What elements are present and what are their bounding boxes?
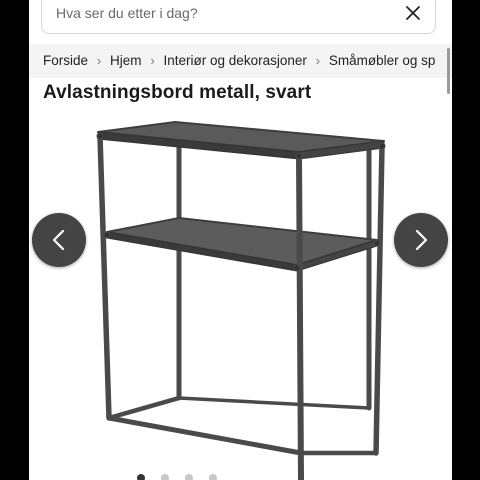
search-input[interactable]: Hva ser du etter i dag? — [56, 5, 198, 21]
chevron-right-icon: › — [96, 53, 102, 68]
close-icon[interactable] — [405, 5, 421, 21]
breadcrumb-item-interior[interactable]: Interiør og dekorasjoner — [164, 53, 307, 68]
chevron-right-icon — [415, 229, 428, 251]
page-title: Avlastningsbord metall, svart — [43, 82, 312, 103]
breadcrumb-item-forside[interactable]: Forside — [43, 53, 88, 68]
breadcrumb-item-smamobler[interactable]: Småmøbler og sp — [329, 53, 436, 68]
gallery-dot[interactable] — [161, 474, 169, 480]
gallery-pagination — [137, 474, 217, 480]
gallery-dot[interactable] — [185, 474, 193, 480]
gallery-dot[interactable] — [137, 474, 145, 480]
scrollbar-thumb[interactable] — [447, 48, 450, 94]
breadcrumb: Forside › Hjem › Interiør og dekorasjone… — [29, 44, 452, 78]
gallery-dot[interactable] — [209, 474, 217, 480]
product-image — [96, 121, 386, 480]
search-bar[interactable]: Hva ser du etter i dag? — [41, 0, 436, 34]
breadcrumb-item-hjem[interactable]: Hjem — [110, 53, 142, 68]
product-page: Hva ser du etter i dag? Forside › Hjem ›… — [29, 0, 452, 480]
chevron-right-icon: › — [150, 53, 155, 68]
previous-image-button[interactable] — [32, 213, 86, 267]
chevron-left-icon — [52, 229, 65, 251]
chevron-right-icon: › — [315, 53, 321, 68]
next-image-button[interactable] — [394, 213, 448, 267]
